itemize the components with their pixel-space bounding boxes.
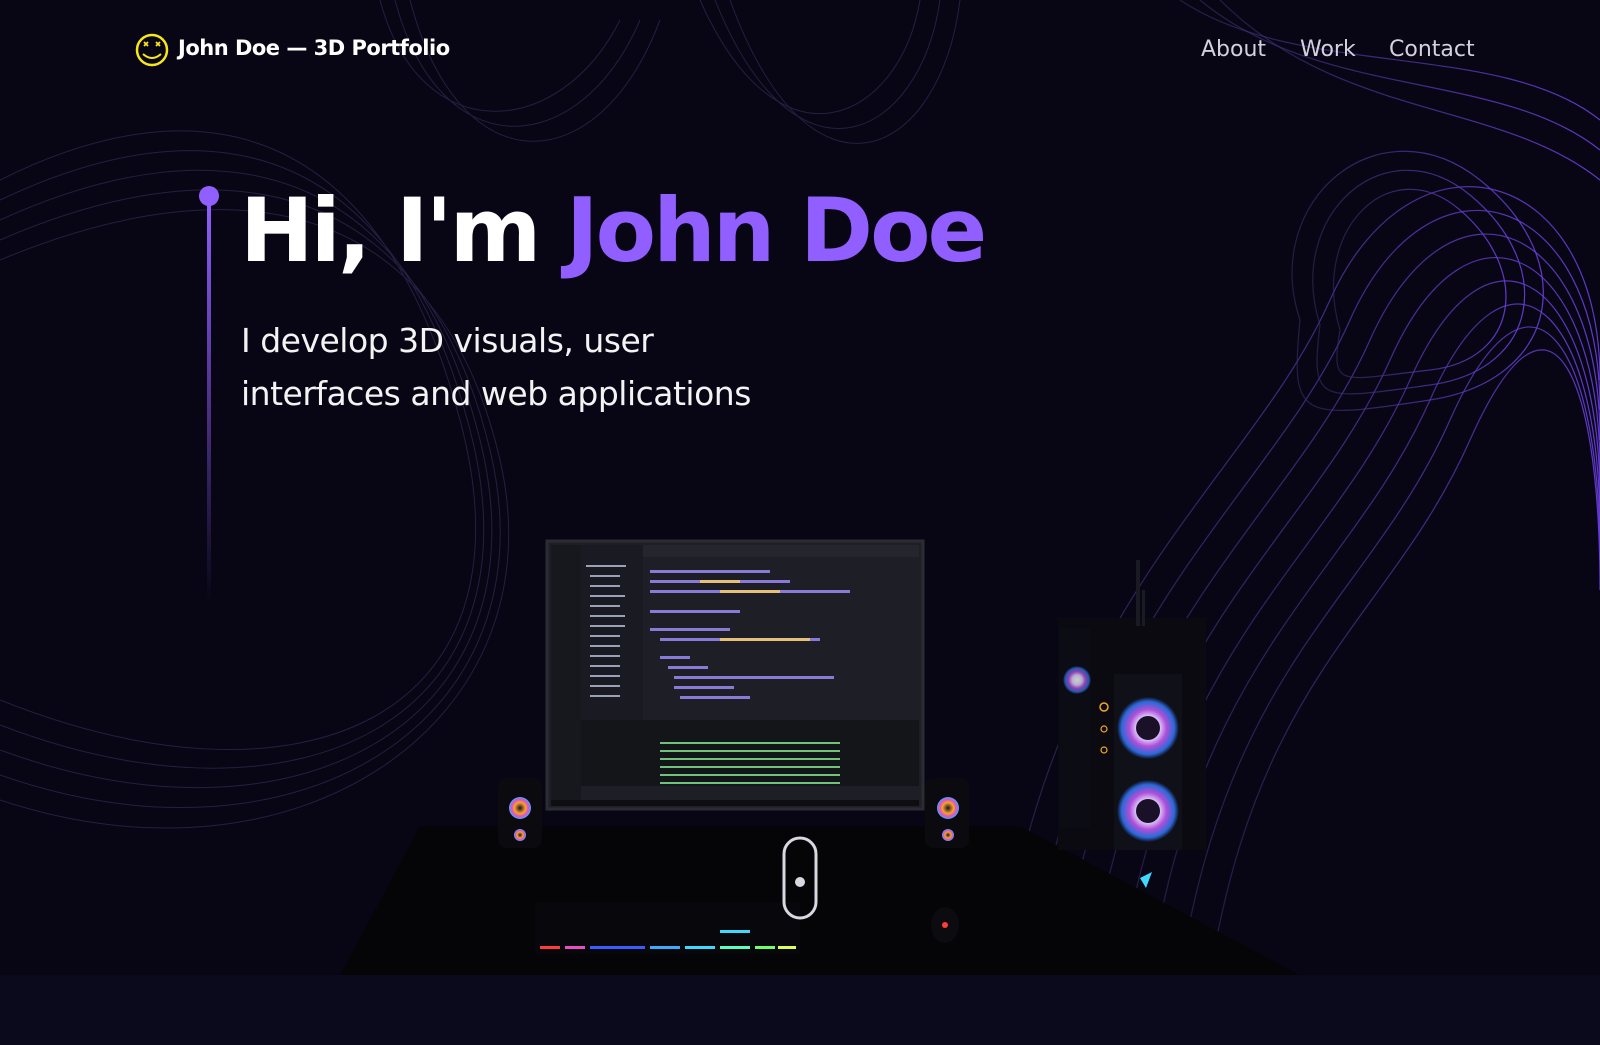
hero-subtitle: I develop 3D visuals, user interfaces an… [241, 314, 861, 420]
hero-headline: Hi, I'm John Doe [240, 178, 987, 284]
navbar: John Doe — 3D Portfolio About Work Conta… [0, 0, 1600, 100]
nav-contact-link[interactable]: Contact [1389, 37, 1475, 62]
brand-title[interactable]: John Doe — 3D Portfolio [178, 36, 450, 60]
hero-greeting: Hi, I'm [240, 179, 566, 282]
mouse-scroll-icon[interactable] [782, 836, 818, 920]
hero-subtitle-line2: interfaces and web applications [241, 374, 751, 413]
footer-band [0, 975, 1600, 1045]
hero-name: John Doe [565, 179, 987, 282]
smiley-x-eyes-icon[interactable] [134, 28, 170, 72]
nav-about-link[interactable]: About [1201, 37, 1266, 62]
nav-work-link[interactable]: Work [1300, 37, 1356, 62]
hero-subtitle-line1: I develop 3D visuals, user [241, 321, 654, 360]
